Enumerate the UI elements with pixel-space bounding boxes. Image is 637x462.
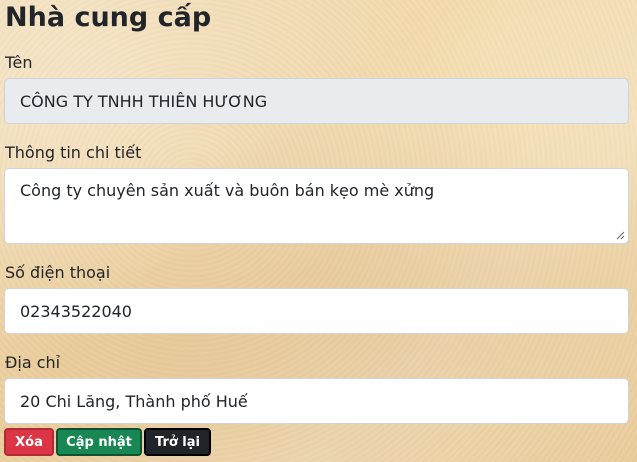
phone-label: Số điện thoại: [5, 263, 111, 282]
back-button[interactable]: Trở lại: [144, 428, 211, 456]
address-label: Địa chỉ: [5, 353, 61, 372]
details-value: Công ty chuyên sản xuất và buôn bán kẹo …: [20, 181, 435, 200]
address-value: 20 Chi Lăng, Thành phố Huế: [20, 391, 248, 411]
name-field[interactable]: CÔNG TY TNHH THIÊN HƯƠNG: [4, 78, 629, 124]
update-button[interactable]: Cập nhật: [56, 428, 142, 456]
phone-field[interactable]: 02343522040: [4, 288, 629, 334]
resize-handle-icon[interactable]: [616, 231, 625, 240]
address-field[interactable]: 20 Chi Lăng, Thành phố Huế: [4, 378, 629, 424]
phone-value: 02343522040: [20, 301, 132, 321]
delete-button[interactable]: Xóa: [4, 428, 54, 456]
details-label: Thông tin chi tiết: [5, 143, 142, 162]
details-textarea[interactable]: Công ty chuyên sản xuất và buôn bán kẹo …: [4, 168, 629, 244]
name-value: CÔNG TY TNHH THIÊN HƯƠNG: [20, 91, 268, 111]
name-label: Tên: [5, 53, 33, 72]
page-title: Nhà cung cấp: [5, 2, 212, 33]
